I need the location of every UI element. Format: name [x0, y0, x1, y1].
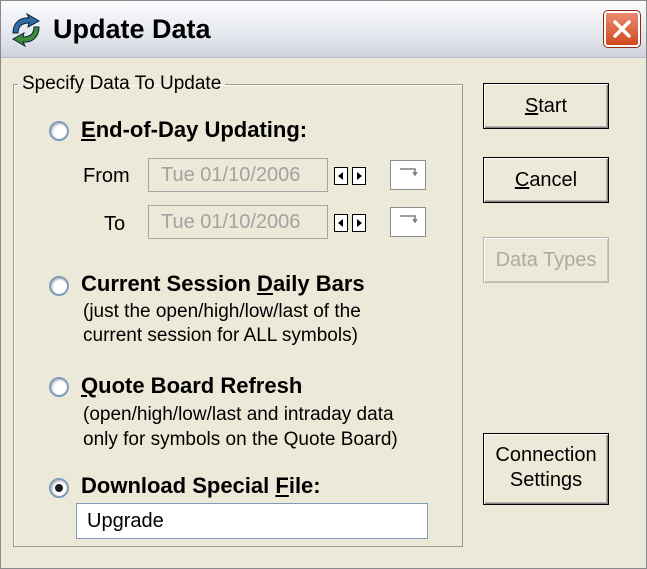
- window-title: Update Data: [53, 14, 211, 44]
- connection-settings-line-1: Connection: [495, 444, 597, 466]
- from-label: From: [83, 165, 130, 187]
- eod-label[interactable]: End-of-Day Updating:: [81, 117, 307, 143]
- group-label: Specify Data To Update: [22, 73, 222, 94]
- eod-radio[interactable]: [49, 121, 69, 141]
- close-icon: [613, 20, 631, 38]
- arrow-right-icon: [357, 172, 362, 180]
- daily-bars-desc-1: (just the open/high/low/last of the: [83, 301, 361, 322]
- from-date-field[interactable]: Tue 01/10/2006: [148, 158, 426, 192]
- app-icon: [11, 13, 41, 47]
- special-file-radio[interactable]: [49, 478, 69, 498]
- to-label: To: [104, 213, 126, 235]
- start-button[interactable]: Start: [483, 83, 609, 129]
- daily-bars-radio[interactable]: [49, 276, 69, 296]
- daily-bars-label[interactable]: Current Session Daily Bars: [81, 271, 365, 297]
- data-types-button[interactable]: Data Types: [483, 237, 609, 283]
- special-file-value: Upgrade: [87, 510, 164, 532]
- from-calendar-button[interactable]: [390, 160, 426, 190]
- calendar-icon: [400, 215, 418, 224]
- arrow-left-icon: [338, 172, 343, 180]
- to-date-value: Tue 01/10/2006: [161, 211, 301, 233]
- calendar-icon: [400, 168, 418, 177]
- quote-board-desc-2: only for symbols on the Quote Board): [83, 429, 398, 450]
- special-file-input[interactable]: Upgrade: [76, 503, 428, 539]
- from-date-value: Tue 01/10/2006: [161, 164, 301, 186]
- title-bar[interactable]: Update Data: [1, 1, 646, 58]
- to-calendar-button[interactable]: [390, 207, 426, 237]
- arrow-right-icon: [357, 219, 362, 227]
- quote-board-radio[interactable]: [49, 377, 69, 397]
- to-next-button[interactable]: [352, 214, 366, 232]
- quote-board-label[interactable]: Quote Board Refresh: [81, 373, 302, 399]
- connection-settings-line-2: Settings: [509, 469, 583, 491]
- quote-board-desc-1: (open/high/low/last and intraday data: [83, 404, 394, 425]
- close-button[interactable]: [603, 10, 641, 48]
- arrow-left-icon: [338, 219, 343, 227]
- daily-bars-desc-2: current session for ALL symbols): [83, 325, 358, 346]
- from-next-button[interactable]: [352, 167, 366, 185]
- cancel-button[interactable]: Cancel: [483, 157, 609, 203]
- to-date-field[interactable]: Tue 01/10/2006: [148, 205, 426, 239]
- to-prev-button[interactable]: [334, 214, 348, 232]
- from-prev-button[interactable]: [334, 167, 348, 185]
- update-data-dialog: Update Data Specify Data To Update End-o…: [0, 0, 647, 569]
- connection-settings-button[interactable]: Connection Settings: [483, 433, 609, 505]
- special-file-label[interactable]: Download Special File:: [81, 473, 321, 499]
